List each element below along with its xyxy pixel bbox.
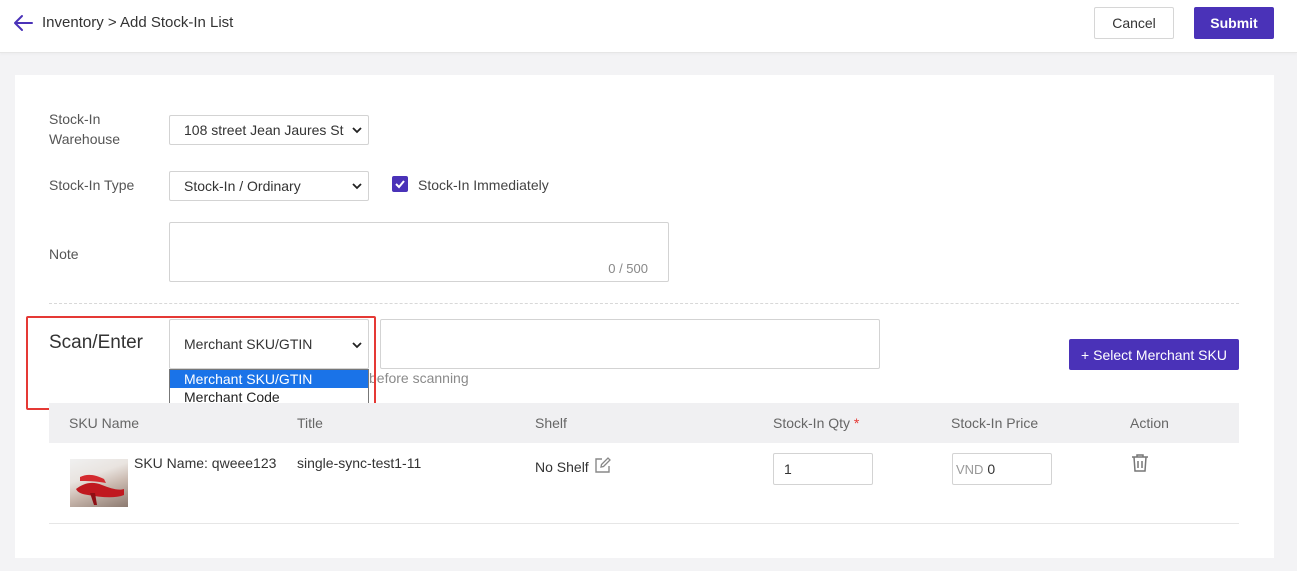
col-stock-in-qty: Stock-In Qty * <box>773 415 860 431</box>
scan-hint: before scanning <box>369 370 469 386</box>
note-label: Note <box>49 246 79 262</box>
top-bar: Inventory > Add Stock-In List Cancel Sub… <box>0 0 1297 53</box>
shelf-value: No Shelf <box>535 459 589 475</box>
currency-prefix: VND <box>956 462 984 477</box>
col-title: Title <box>297 415 323 431</box>
stock-in-type-label: Stock-In Type <box>49 177 135 193</box>
trash-icon[interactable] <box>1131 453 1149 473</box>
stock-in-qty-input[interactable]: 1 <box>773 453 873 485</box>
col-action: Action <box>1130 415 1169 431</box>
scan-input[interactable] <box>380 319 880 369</box>
product-title: single-sync-test1-11 <box>297 455 422 471</box>
red-shoe-image <box>76 474 124 505</box>
note-textarea[interactable]: 0 / 500 <box>169 222 669 282</box>
col-stock-in-price: Stock-In Price <box>951 415 1039 431</box>
cancel-button[interactable]: Cancel <box>1094 7 1174 39</box>
sku-name: SKU Name: qweee123 <box>134 455 277 471</box>
warehouse-label: Stock-In Warehouse <box>49 111 121 147</box>
product-thumbnail <box>70 459 128 507</box>
checkmark-icon <box>395 180 405 189</box>
note-char-counter: 0 / 500 <box>608 261 648 276</box>
stock-in-immediately-checkbox[interactable] <box>392 176 408 192</box>
warehouse-select[interactable]: 108 street Jean Jaures St <box>169 115 369 145</box>
chevron-down-icon <box>352 127 362 134</box>
stock-in-type-select[interactable]: Stock-In / Ordinary <box>169 171 369 201</box>
required-mark: * <box>853 415 860 431</box>
stock-in-price-input[interactable]: VND 0 <box>952 453 1052 485</box>
breadcrumb: Inventory > Add Stock-In List <box>42 14 234 31</box>
section-divider <box>49 303 1239 304</box>
col-sku-name: SKU Name <box>69 415 140 431</box>
back-arrow-icon[interactable] <box>12 13 34 33</box>
table-row: SKU Name: qweee123 single-sync-test1-11 … <box>49 443 1239 524</box>
col-shelf: Shelf <box>535 415 567 431</box>
edit-icon[interactable] <box>594 457 611 474</box>
chevron-down-icon <box>352 183 362 190</box>
price-value: 0 <box>987 461 996 477</box>
submit-button[interactable]: Submit <box>1194 7 1274 39</box>
highlight-annotation <box>26 316 376 410</box>
select-merchant-sku-button[interactable]: + Select Merchant SKU <box>1069 339 1239 370</box>
stock-in-immediately-label: Stock-In Immediately <box>418 177 549 193</box>
table-header: SKU Name Title Shelf Stock-In Qty * Stoc… <box>49 403 1239 443</box>
